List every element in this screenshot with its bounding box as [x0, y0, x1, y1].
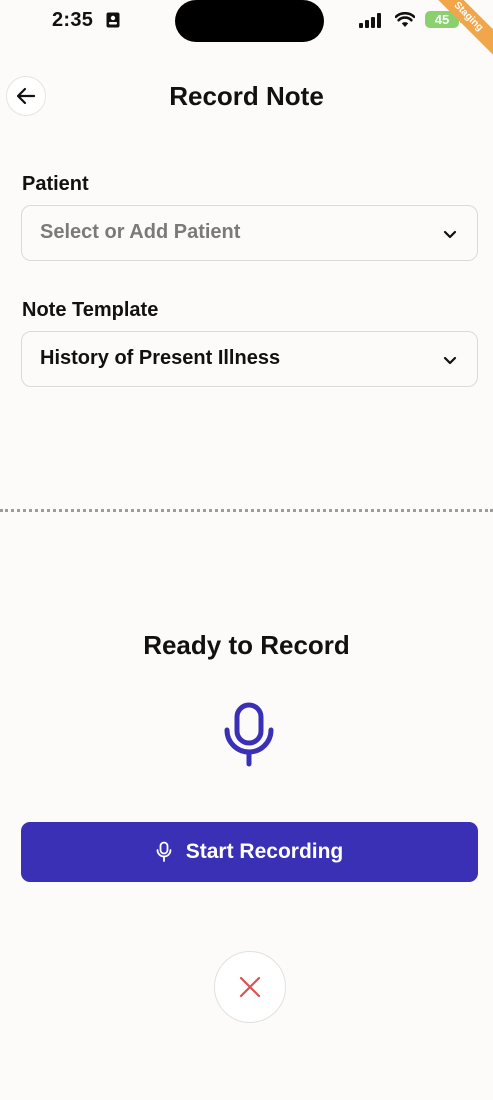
- start-recording-label: Start Recording: [185, 840, 344, 863]
- microphone-icon: [222, 702, 276, 773]
- cellular-signal-icon: [359, 13, 383, 33]
- patient-select[interactable]: Select or Add Patient: [21, 205, 478, 261]
- recording-status: Ready to Record: [143, 630, 350, 660]
- section-divider: [0, 509, 493, 512]
- note-template-value: History of Present Illness: [40, 347, 281, 369]
- patient-select-placeholder: Select or Add Patient: [40, 221, 241, 243]
- status-time: 2:35: [52, 9, 94, 31]
- status-bar: 2:35 45 Staging: [0, 0, 493, 63]
- staging-ribbon: Staging: [422, 0, 493, 63]
- note-template-select[interactable]: History of Present Illness: [21, 331, 478, 387]
- id-card-icon: [106, 12, 120, 33]
- patient-label: Patient: [22, 173, 89, 195]
- cancel-button[interactable]: [214, 951, 286, 1023]
- close-icon: [238, 975, 262, 999]
- page-title: Record Note: [169, 81, 324, 111]
- start-recording-button[interactable]: Start Recording: [21, 822, 478, 882]
- note-template-label: Note Template: [22, 299, 159, 321]
- chevron-down-icon: [443, 353, 457, 371]
- chevron-down-icon: [443, 227, 457, 245]
- microphone-icon: [156, 841, 172, 863]
- wifi-icon: [394, 12, 416, 33]
- dynamic-island: [175, 0, 324, 42]
